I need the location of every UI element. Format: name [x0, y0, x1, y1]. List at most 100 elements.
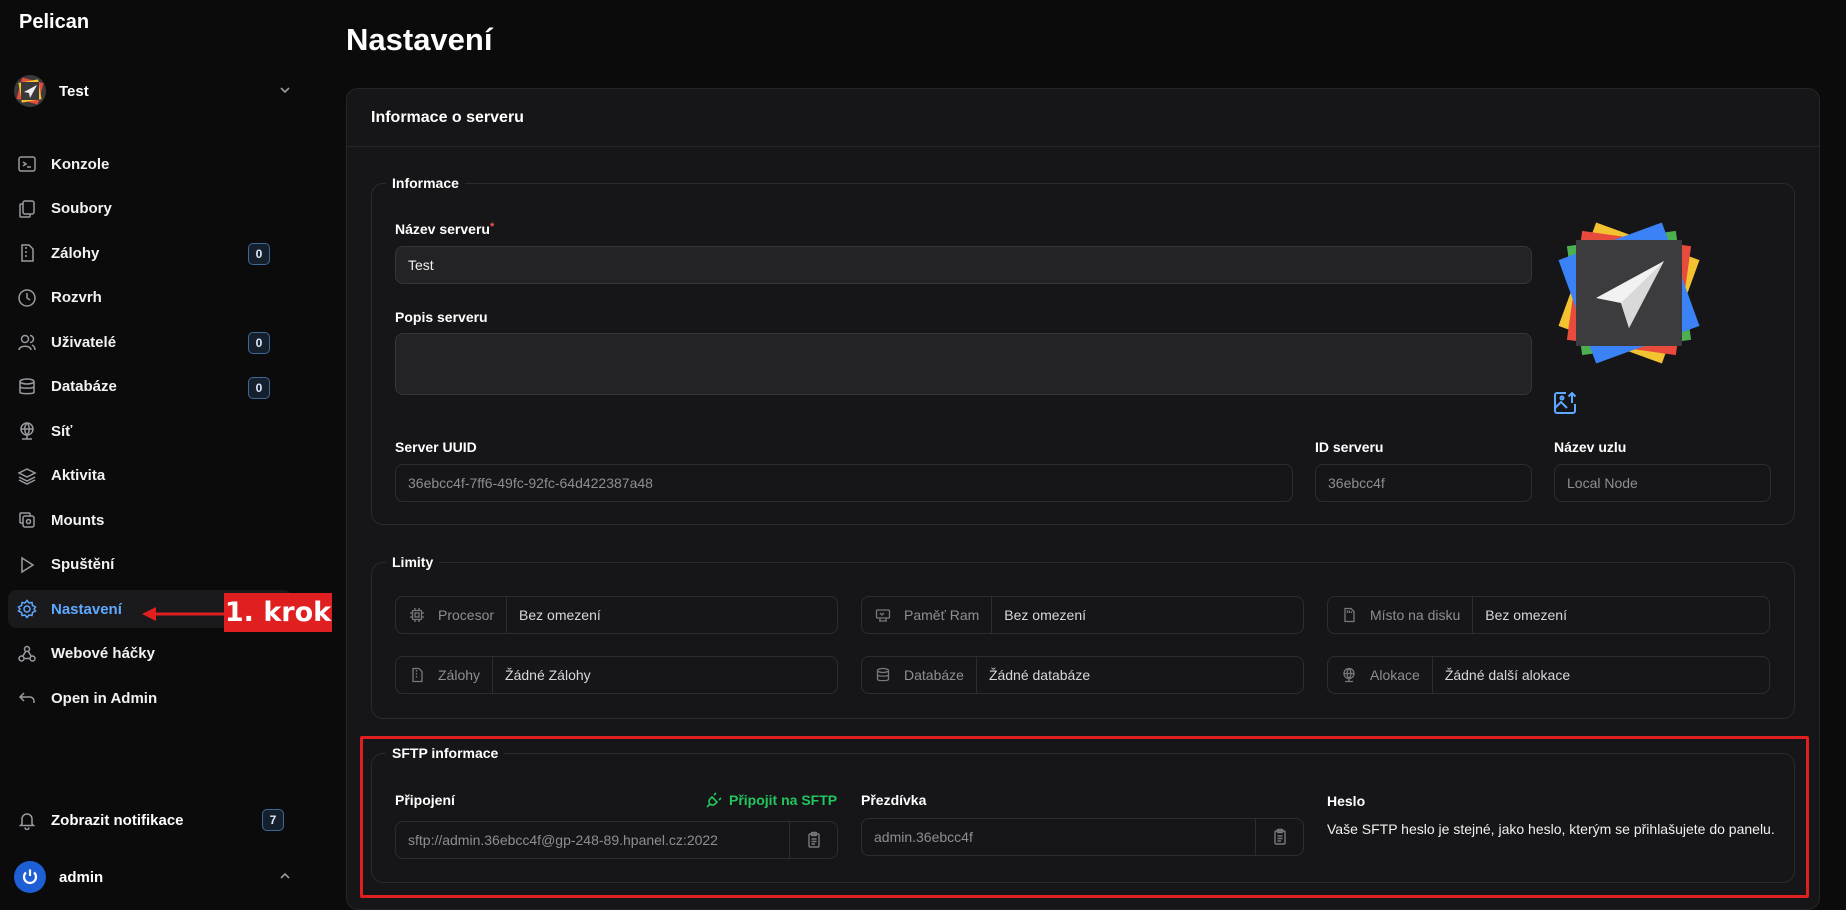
disk-icon	[1340, 606, 1358, 624]
sidebar-item-label: Uživatelé	[51, 333, 117, 351]
limit-memory: Paměť Ram Bez omezení	[861, 596, 1304, 634]
stack-icon	[16, 465, 38, 487]
limit-databases-value: Žádné databáze	[988, 667, 1091, 683]
server-uuid-field[interactable]: 36ebcc4f-7ff6-49fc-92fc-64d422387a48	[395, 464, 1293, 502]
server-uuid-value: 36ebcc4f-7ff6-49fc-92fc-64d422387a48	[408, 475, 653, 491]
user-name: admin	[59, 868, 104, 886]
limits-section: Limity	[371, 554, 1795, 719]
sidebar-item-label: Aktivita	[51, 467, 106, 484]
annotation-step-label: 1. krok	[224, 593, 332, 632]
required-marker: *	[489, 221, 495, 233]
archive-icon	[16, 242, 38, 264]
page-title: Nastavení	[346, 22, 493, 57]
limit-databases: Databáze Žádné databáze	[861, 656, 1304, 694]
archive-icon	[408, 666, 426, 684]
server-name-label-text: Název serveru	[395, 221, 490, 237]
sidebar-item-mounts[interactable]: Mounts	[8, 501, 292, 539]
server-description-textarea[interactable]	[395, 333, 1532, 395]
limit-disk-label: Místo na disku	[1370, 607, 1461, 623]
play-icon	[16, 554, 38, 576]
limit-allocations-value: Žádné další alokace	[1444, 667, 1571, 683]
sidebar-item-rozvrh[interactable]: Rozvrh	[8, 279, 292, 317]
chevron-down-icon[interactable]	[278, 83, 292, 102]
chevron-up-icon[interactable]	[278, 869, 292, 888]
sidebar-item-label: Open in Admin	[51, 689, 158, 707]
sidebar-item-label: Rozvrh	[51, 289, 102, 306]
node-name-label: Název uzlu	[1554, 439, 1627, 455]
brand-logo[interactable]: Pelican	[19, 11, 89, 34]
annotation-arrow	[142, 607, 230, 621]
count-badge: 0	[248, 376, 270, 399]
database-icon	[874, 666, 892, 684]
sidebar-item-zalohy[interactable]: Zálohy 0	[8, 234, 292, 272]
limit-memory-value: Bez omezení	[1004, 607, 1086, 623]
server-avatar-image[interactable]	[1552, 218, 1706, 368]
limit-allocations-label: Alokace	[1370, 667, 1420, 683]
sidebar-item-label: Zálohy	[51, 244, 100, 262]
user-menu[interactable]: admin	[14, 860, 292, 894]
node-name-value: Local Node	[1567, 475, 1638, 491]
limit-databases-label: Databáze	[904, 667, 964, 683]
sidebar-item-uzivatele[interactable]: Uživatelé 0	[8, 323, 292, 361]
count-badge: 0	[248, 243, 270, 265]
sidebar-item-open-in-admin[interactable]: Open in Admin	[8, 679, 292, 717]
notifications-button[interactable]: Zobrazit notifikace 7	[8, 803, 292, 837]
sftp-highlight-annotation	[360, 736, 1809, 898]
limit-backups: Zálohy Žádné Zálohy	[395, 656, 838, 694]
notifications-label: Zobrazit notifikace	[51, 811, 184, 829]
server-name: Test	[59, 82, 89, 100]
bell-icon	[16, 809, 38, 831]
files-icon	[16, 198, 38, 220]
info-legend: Informace	[392, 175, 459, 191]
notifications-count-badge: 7	[262, 809, 284, 831]
sidebar-nav: Konzole Soubory Zálohy 0 Rozvrh Uživatel…	[8, 145, 292, 724]
limit-backups-value: Žádné Zálohy	[505, 667, 591, 683]
network-icon	[1340, 666, 1358, 684]
limit-disk: Místo na disku Bez omezení	[1327, 596, 1770, 634]
sidebar-item-label: Síť	[51, 422, 73, 440]
server-switcher[interactable]: Test	[14, 74, 292, 108]
limit-allocations: Alokace Žádné další alokace	[1327, 656, 1770, 694]
sidebar: Pelican Test Konzole Soubory Zálohy 0 Ro…	[0, 0, 300, 910]
sidebar-item-sit[interactable]: Síť	[8, 412, 292, 450]
server-name-label: Název serveru*	[395, 221, 494, 237]
webhook-icon	[16, 643, 38, 665]
limit-cpu-label: Procesor	[438, 607, 495, 623]
sidebar-item-konzole[interactable]: Konzole	[8, 145, 292, 183]
server-id-label: ID serveru	[1315, 439, 1384, 455]
limit-memory-label: Paměť Ram	[904, 607, 980, 623]
sidebar-item-label: Konzole	[51, 155, 110, 173]
gear-icon	[16, 598, 38, 620]
sidebar-item-webove-hacky[interactable]: Webové háčky	[8, 635, 292, 673]
arrow-back-icon	[16, 687, 38, 709]
sidebar-item-label: Nastavení	[51, 600, 122, 618]
server-avatar	[14, 75, 46, 107]
sidebar-item-label: Webové háčky	[51, 645, 155, 662]
limit-backups-label: Zálohy	[438, 667, 481, 683]
count-badge: 0	[248, 332, 270, 354]
avatar	[14, 861, 46, 893]
network-icon	[16, 420, 38, 442]
limit-disk-value: Bez omezení	[1485, 607, 1567, 623]
sidebar-item-spusteni[interactable]: Spuštění	[8, 546, 292, 584]
sidebar-item-aktivita[interactable]: Aktivita	[8, 457, 292, 495]
clock-icon	[16, 287, 38, 309]
server-name-input[interactable]: Test	[395, 246, 1532, 284]
server-uuid-label: Server UUID	[395, 439, 477, 455]
card-title: Informace o serveru	[347, 89, 1819, 147]
node-name-field[interactable]: Local Node	[1554, 464, 1771, 502]
image-upload-icon[interactable]	[1552, 390, 1578, 421]
limit-cpu: Procesor Bez omezení	[395, 596, 838, 634]
database-icon	[16, 376, 38, 398]
sidebar-item-label: Databáze	[51, 378, 117, 395]
memory-icon	[874, 606, 892, 624]
server-id-field[interactable]: 36ebcc4f	[1315, 464, 1532, 502]
sidebar-item-soubory[interactable]: Soubory	[8, 190, 292, 228]
sidebar-item-label: Soubory	[51, 200, 112, 217]
mounts-icon	[16, 509, 38, 531]
sidebar-item-databaze[interactable]: Databáze 0	[8, 368, 292, 406]
server-description-label: Popis serveru	[395, 309, 488, 325]
limit-cpu-value: Bez omezení	[519, 607, 601, 623]
limits-legend: Limity	[392, 554, 434, 570]
server-id-value: 36ebcc4f	[1328, 475, 1385, 491]
